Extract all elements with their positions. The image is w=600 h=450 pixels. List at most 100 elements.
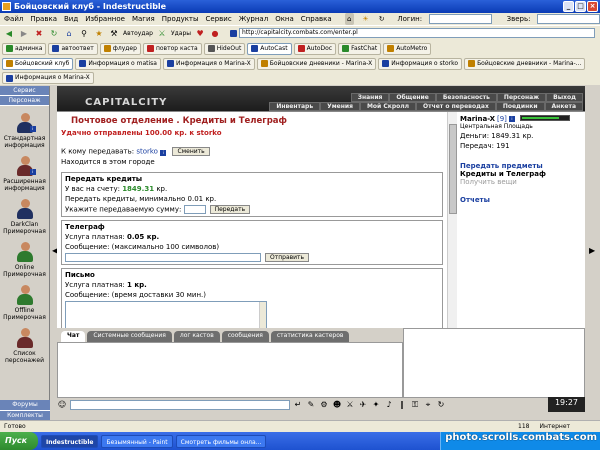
browser-tab[interactable]: Информация о Marina-X: [162, 57, 255, 70]
back-icon[interactable]: ◀: [3, 28, 15, 40]
udary-button[interactable]: Удары: [171, 30, 191, 37]
tab-chat[interactable]: Чат: [61, 331, 86, 342]
address-input[interactable]: http://capitalcity.combats.com/enter.pl: [239, 28, 595, 38]
nav-communication[interactable]: Общение: [389, 93, 436, 102]
menu-help[interactable]: Справка: [301, 15, 332, 23]
nav-character[interactable]: Персонаж: [496, 93, 547, 102]
sidebar-item-offline[interactable]: Offline Примерочная: [0, 284, 49, 321]
scroll-thumb[interactable]: [449, 124, 457, 214]
link-transfer-items[interactable]: Передать предметы: [460, 162, 582, 170]
refresh-icon[interactable]: ↻: [377, 13, 386, 25]
right-splitter[interactable]: ▶: [585, 86, 600, 420]
tool-icon[interactable]: ⚒: [108, 28, 120, 40]
link-tab[interactable]: HideOut: [203, 42, 246, 55]
tab-system-messages[interactable]: Системные сообщения: [87, 331, 172, 342]
sidebar-head-service[interactable]: Сервис: [0, 86, 49, 96]
send-icon[interactable]: ↵: [293, 400, 303, 410]
start-button[interactable]: Пуск: [0, 432, 38, 450]
browser-tab[interactable]: Бойцовские дневники - Marina-...: [464, 57, 586, 70]
browser-tab[interactable]: Бойцовские дневники - Marina-X: [256, 57, 377, 70]
sidebar-head-character[interactable]: Персонаж: [0, 96, 49, 106]
close-button[interactable]: ×: [587, 1, 598, 12]
sidebar-item-online[interactable]: Online Примерочная: [0, 241, 49, 278]
tab-cast-log[interactable]: лог кастов: [173, 331, 220, 342]
map-icon[interactable]: ⌖: [423, 400, 433, 410]
sidebar-forums[interactable]: Форумы: [0, 400, 50, 410]
info-icon[interactable]: i: [160, 149, 167, 156]
nav-exit[interactable]: Выход: [546, 93, 583, 102]
browser-tab[interactable]: Бойцовский клуб: [2, 57, 74, 70]
menu-file[interactable]: Файл: [4, 15, 23, 23]
recipient-link[interactable]: storko: [136, 148, 158, 156]
chat-input[interactable]: [70, 400, 290, 410]
zver-select[interactable]: [537, 14, 600, 24]
fight-icon[interactable]: ⚔: [345, 400, 355, 410]
nav-transfer-report[interactable]: Отчет о переводах: [416, 102, 496, 111]
filter-icon[interactable]: ⚙: [319, 400, 329, 410]
sidebar-item-character-list[interactable]: Список персонажей: [0, 327, 49, 364]
pause-icon[interactable]: ‖: [397, 400, 407, 410]
link-tab[interactable]: FastChat: [338, 42, 382, 55]
browser-tab[interactable]: Информация о Marina-X: [2, 72, 94, 84]
autoudar-button[interactable]: Автоудар: [123, 30, 153, 37]
lock-icon[interactable]: ⚿: [410, 400, 420, 410]
link-reports[interactable]: Отчеты: [460, 196, 582, 204]
home-nav-icon[interactable]: ⌂: [63, 28, 75, 40]
menu-windows[interactable]: Окна: [275, 15, 294, 23]
sidebar-item-standard-info[interactable]: i Стандартная информация: [0, 112, 49, 149]
online-list[interactable]: [403, 328, 585, 398]
amount-input[interactable]: [183, 205, 206, 214]
hit-icon[interactable]: ⚔: [156, 28, 168, 40]
telegraph-message-input[interactable]: [65, 253, 261, 262]
mana-icon[interactable]: ●: [209, 28, 221, 40]
change-recipient-button[interactable]: Сменить: [172, 147, 210, 156]
menu-favorites[interactable]: Избранное: [85, 15, 125, 23]
browser-tab[interactable]: Информация о matisa: [75, 57, 161, 70]
reload-chat-icon[interactable]: ↻: [436, 400, 446, 410]
link-credits-telegraph[interactable]: Кредиты и Телеграф: [460, 170, 582, 178]
sidebar-item-darkclan[interactable]: DarkClan Примерочная: [0, 198, 49, 235]
nav-inventory[interactable]: Инвентарь: [269, 102, 321, 111]
chat-area[interactable]: [57, 342, 403, 398]
menu-magic[interactable]: Магия: [132, 15, 155, 23]
link-tab[interactable]: AutoMetro: [383, 42, 432, 55]
nav-knowledge[interactable]: Знания: [350, 93, 390, 102]
tab-messages[interactable]: сообщения: [221, 331, 269, 342]
run-icon[interactable]: ✈: [358, 400, 368, 410]
menu-view[interactable]: Вид: [64, 15, 78, 23]
link-tab[interactable]: AutoDoc: [293, 42, 337, 55]
clear-icon[interactable]: ✎: [306, 400, 316, 410]
link-tab[interactable]: AutoCast: [247, 42, 292, 55]
sidebar-item-extended-info[interactable]: i Расширенная информация: [0, 155, 49, 192]
transfer-button[interactable]: Передать: [209, 205, 251, 214]
char-name[interactable]: Marina-X: [460, 115, 495, 123]
menu-products[interactable]: Продукты: [162, 15, 199, 23]
magic-icon[interactable]: ✦: [371, 400, 381, 410]
task-paint[interactable]: Безымянный - Paint: [101, 434, 173, 448]
stop-icon[interactable]: ✖: [33, 28, 45, 40]
sidebar-kits[interactable]: Комплекты: [0, 410, 50, 420]
menu-service[interactable]: Сервис: [206, 15, 232, 23]
link-tab[interactable]: флудер: [99, 42, 141, 55]
maximize-button[interactable]: □: [575, 1, 586, 12]
content-scrollbar[interactable]: [447, 112, 457, 328]
nav-security[interactable]: Безопасность: [435, 93, 497, 102]
reload-icon[interactable]: ↻: [48, 28, 60, 40]
char-info-icon[interactable]: i: [508, 116, 515, 122]
menu-edit[interactable]: Правка: [30, 15, 57, 23]
forward-icon[interactable]: ▶: [18, 28, 30, 40]
task-browser[interactable]: Смотреть фильмы онла...: [175, 434, 267, 448]
hp-icon[interactable]: ♥: [194, 28, 206, 40]
browser-tab[interactable]: Информация о storko: [378, 57, 463, 70]
link-receive-items[interactable]: Получить вещи: [460, 178, 582, 186]
chat-smile-icon[interactable]: ☺: [57, 400, 67, 410]
nav-profile[interactable]: Анкета: [544, 102, 583, 111]
nav-skills[interactable]: Умения: [320, 102, 360, 111]
link-tab[interactable]: автоответ: [48, 42, 98, 55]
expand-arrow-icon[interactable]: ▶: [589, 246, 595, 255]
link-tab[interactable]: админка: [2, 42, 47, 55]
link-tab[interactable]: повтор каста: [142, 42, 202, 55]
favorites-icon[interactable]: ★: [93, 28, 105, 40]
login-select[interactable]: [429, 14, 492, 24]
search-icon[interactable]: ⚲: [78, 28, 90, 40]
